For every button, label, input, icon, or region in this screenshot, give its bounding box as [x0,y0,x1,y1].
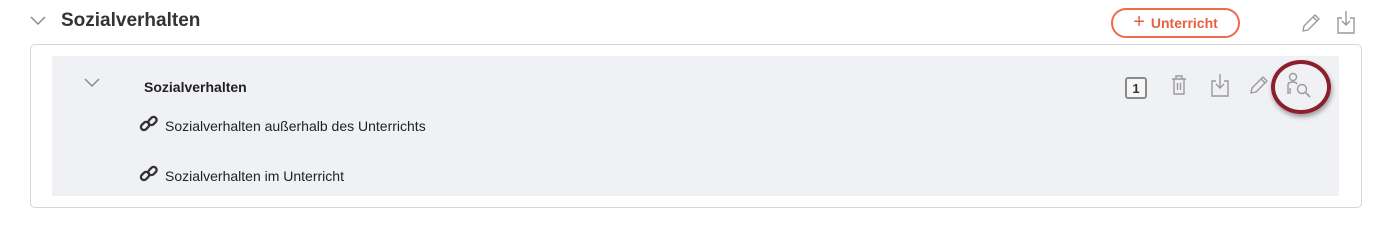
highlight-ring [1271,60,1331,114]
edit-group-pencil-icon[interactable] [1247,73,1271,97]
export-group-icon[interactable] [1210,72,1230,98]
link-icon [139,114,159,137]
collapse-group-chevron-icon[interactable] [84,78,100,88]
export-section-icon[interactable] [1336,9,1356,35]
group-title: Sozialverhalten [144,79,247,95]
list-item[interactable]: Sozialverhalten außerhalb des Unterricht… [139,114,426,137]
trash-icon[interactable] [1170,74,1188,96]
count-badge: 1 [1125,77,1147,99]
list-item-label: Sozialverhalten außerhalb des Unterricht… [165,117,426,134]
edit-section-pencil-icon[interactable] [1299,11,1323,35]
section-title: Sozialverhalten [61,10,201,31]
add-unterricht-button[interactable]: + Unterricht [1111,8,1240,38]
add-button-label: Unterricht [1150,15,1218,31]
plus-icon: + [1133,11,1145,33]
collapse-section-chevron-icon[interactable] [30,16,46,26]
list-item-label: Sozialverhalten im Unterricht [165,167,344,184]
link-icon [139,164,159,187]
list-item[interactable]: Sozialverhalten im Unterricht [139,164,344,187]
